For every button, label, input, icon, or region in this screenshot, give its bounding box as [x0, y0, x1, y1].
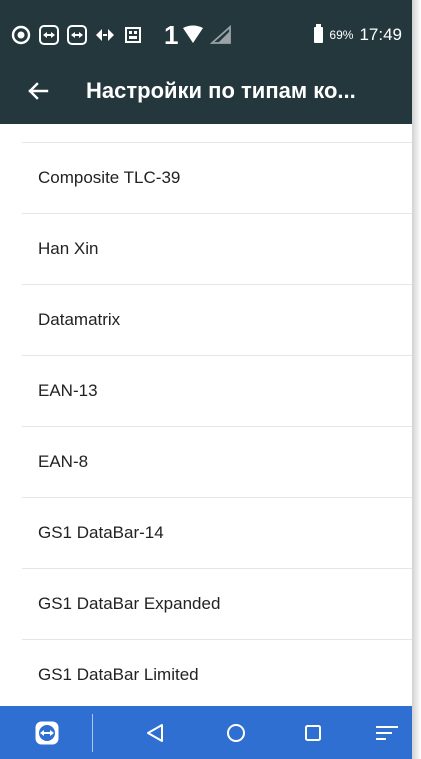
list-item[interactable]: EAN-13 [0, 356, 412, 427]
tunnel-icon [94, 24, 116, 46]
list-item[interactable]: GS1 DataBar Limited [0, 640, 412, 706]
battery-percent: 69% [329, 28, 354, 42]
list-item[interactable]: EAN-8 [0, 427, 412, 498]
list-item-label: EAN-8 [38, 452, 89, 471]
record-icon [10, 24, 32, 46]
list-item-label: Datamatrix [38, 310, 121, 329]
edge-shadow [412, 0, 421, 759]
sim-card-icon [122, 24, 144, 46]
navigation-bar [0, 706, 412, 759]
nav-home-button[interactable] [221, 718, 251, 748]
page-title: Настройки по типам ко... [86, 78, 356, 103]
list-item-label: EAN-13 [38, 381, 98, 400]
teamviewer-icon [38, 24, 60, 46]
teamviewer-icon [66, 24, 88, 46]
list-item[interactable]: Composite TLC-39 [0, 143, 412, 214]
status-right: 69% 17:49 [314, 22, 402, 48]
list-item[interactable]: Han Xin [0, 214, 412, 285]
nav-recents-button[interactable] [298, 718, 328, 748]
list-item-label: Han Xin [38, 239, 99, 258]
teamviewer-button[interactable] [32, 718, 62, 748]
list-item-label: GS1 DataBar-14 [38, 523, 164, 542]
recents-square-icon [305, 725, 321, 741]
clock: 17:49 [359, 25, 402, 44]
status-left: 1 [10, 22, 238, 48]
no-signal-icon [210, 24, 232, 46]
status-bar: 1 69% 17:49 [0, 0, 412, 58]
list-item-label: GS1 DataBar Expanded [38, 594, 221, 613]
home-circle-icon [227, 724, 245, 742]
arrow-left-icon [28, 82, 49, 100]
nav-menu-button[interactable] [372, 718, 402, 748]
symbology-list[interactable]: Composite TLC-39 Han Xin Datamatrix EAN-… [0, 124, 412, 706]
battery-icon [314, 24, 324, 43]
list-item-label: GS1 DataBar Limited [38, 665, 199, 684]
sim-slot-label: 1 [164, 20, 179, 50]
app-bar: Настройки по типам ко... [0, 58, 412, 124]
list-item[interactable]: Datamatrix [0, 285, 412, 356]
list-item[interactable]: GS1 DataBar-14 [0, 498, 412, 569]
back-triangle-icon [147, 724, 163, 742]
list-item-label: Composite TLC-39 [38, 168, 181, 187]
signal-icon [182, 24, 204, 46]
teamviewer-icon [35, 721, 59, 745]
nav-back-button[interactable] [140, 718, 170, 748]
back-button[interactable] [22, 75, 54, 107]
nav-separator [92, 714, 93, 752]
list-item[interactable]: GS1 DataBar Expanded [0, 569, 412, 640]
menu-lines-icon [376, 726, 398, 740]
screen: 1 69% 17:49 Настройки по типам ко... Com… [0, 0, 412, 759]
